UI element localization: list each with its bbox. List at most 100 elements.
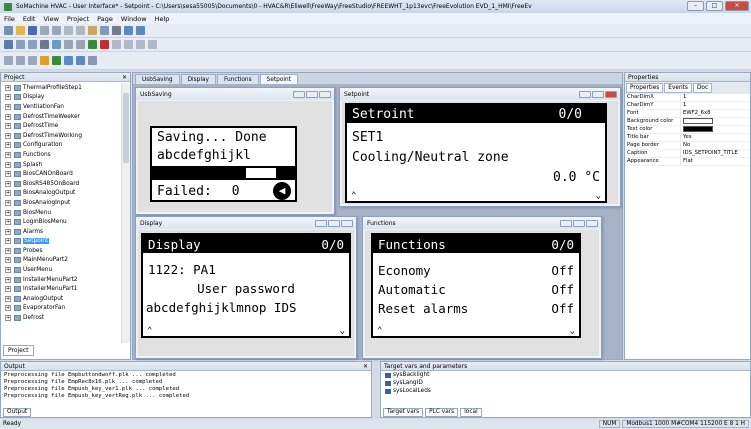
menu-window[interactable]: Window (121, 15, 147, 23)
expand-icon[interactable]: + (5, 276, 11, 283)
project-tab[interactable]: Project (3, 345, 34, 356)
tree-item[interactable]: + AnalogOutput (1, 294, 130, 304)
tree-item[interactable]: + ThermalProfileStep1 (1, 83, 130, 93)
expand-icon[interactable]: + (5, 142, 11, 149)
color-icon[interactable] (100, 40, 109, 49)
menu-page[interactable]: Page (97, 15, 113, 23)
open-icon[interactable] (16, 26, 25, 35)
tab-functions[interactable]: Functions (216, 74, 259, 84)
connect-icon[interactable] (76, 56, 85, 65)
debug-icon[interactable] (64, 56, 73, 65)
tree-item[interactable]: + Configuration (1, 141, 130, 151)
tree-item[interactable]: + Functions (1, 150, 130, 160)
property-value[interactable]: 1 (681, 102, 686, 109)
tree-item[interactable]: + MainMenuPart2 (1, 256, 130, 266)
menu-view[interactable]: View (43, 15, 58, 23)
tab-setpoint[interactable]: Setpoint (259, 74, 298, 84)
expand-icon[interactable]: + (5, 315, 11, 322)
align-left-icon[interactable] (112, 40, 121, 49)
arrow-up-icon[interactable] (16, 56, 25, 65)
down-arrow-icon[interactable]: ⌄ (570, 326, 575, 336)
expand-icon[interactable]: + (5, 171, 11, 178)
settings-icon[interactable] (88, 56, 97, 65)
grid-icon[interactable] (148, 40, 157, 49)
expand-icon[interactable]: + (5, 161, 11, 168)
copy-icon[interactable] (76, 26, 85, 35)
setpoint-lcd[interactable]: Setroint 0/0 SET1 Cooling/Neutral zone 0… (345, 103, 607, 203)
tree-item[interactable]: + UserMenu (1, 265, 130, 275)
maximize-button[interactable] (573, 219, 585, 227)
functions-window[interactable]: Functions Functions 0/0 Economy Off Autom… (362, 216, 602, 359)
tree-item[interactable]: + BiosMenu (1, 208, 130, 218)
expand-icon[interactable]: + (5, 257, 11, 264)
fill-icon[interactable] (88, 40, 97, 49)
tree-item[interactable]: + LoginBiosMenu (1, 217, 130, 227)
property-row[interactable]: Appearance Flat (625, 158, 750, 166)
expand-icon[interactable]: + (5, 123, 11, 130)
down-arrow-icon[interactable]: ⌄ (340, 326, 345, 336)
property-value[interactable] (681, 126, 713, 133)
tree-item[interactable]: + BiosRS485OnBoard (1, 179, 130, 189)
project-scrollbar[interactable] (121, 83, 130, 343)
close-button[interactable] (586, 219, 598, 227)
line-icon[interactable] (64, 40, 73, 49)
property-value[interactable]: 1 (681, 94, 686, 101)
expand-icon[interactable]: + (5, 151, 11, 158)
color-swatch[interactable] (683, 126, 713, 132)
usbsaving-window[interactable]: UsbSaving Saving... Done abcdefghijkl Fa… (135, 87, 335, 215)
tab-events[interactable]: Events (664, 83, 692, 93)
expand-icon[interactable]: + (5, 103, 11, 110)
cut-icon[interactable] (64, 26, 73, 35)
zoom-out-icon[interactable] (28, 40, 37, 49)
tree-item[interactable]: + BiosAnalogInput (1, 198, 130, 208)
compile-icon[interactable] (40, 56, 49, 65)
target-var-item[interactable]: sysLangID (381, 379, 750, 387)
up-arrow-icon[interactable]: ⌃ (377, 326, 382, 336)
expand-icon[interactable]: + (5, 228, 11, 235)
up-arrow-icon[interactable]: ⌃ (147, 326, 152, 336)
output-tab[interactable]: Output (3, 407, 32, 417)
minimize-button[interactable] (560, 219, 572, 227)
build-icon[interactable] (124, 26, 133, 35)
property-value[interactable]: Yes (681, 134, 692, 141)
rectangle-icon[interactable] (76, 40, 85, 49)
menu-edit[interactable]: Edit (23, 15, 36, 23)
display-lcd[interactable]: Display 0/0 1122: PA1 User password abcd… (141, 233, 351, 338)
minimize-button[interactable]: – (687, 1, 704, 11)
pin-icon[interactable]: ✕ (363, 362, 368, 370)
tab-local[interactable]: local (460, 407, 482, 417)
color-swatch[interactable] (683, 118, 713, 124)
tree-item[interactable]: + Splash (1, 160, 130, 170)
minimize-button[interactable] (315, 219, 327, 227)
tree-item[interactable]: + Setpoint (1, 237, 130, 247)
tab-target-vars[interactable]: Target vars (383, 407, 424, 417)
expand-icon[interactable]: + (5, 190, 11, 197)
tree-item[interactable]: + DefrostTimeWorking (1, 131, 130, 141)
usbsaving-lcd[interactable]: Saving... Done abcdefghijkl Failed: 0 ◀ (150, 126, 297, 202)
zoom-in-icon[interactable] (16, 40, 25, 49)
tab-usbsaving[interactable]: UsbSaving (135, 74, 180, 84)
expand-icon[interactable]: + (5, 132, 11, 139)
close-button[interactable] (605, 90, 617, 98)
find-icon[interactable] (100, 26, 109, 35)
expand-icon[interactable]: + (5, 180, 11, 187)
align-right-icon[interactable] (136, 40, 145, 49)
expand-icon[interactable]: + (5, 113, 11, 120)
pin-icon[interactable]: ✕ (122, 73, 127, 81)
expand-icon[interactable]: + (5, 209, 11, 216)
run-icon[interactable] (52, 56, 61, 65)
tab-display[interactable]: Display (180, 74, 216, 84)
tree-item[interactable]: + VentilationFan (1, 102, 130, 112)
new-icon[interactable] (4, 26, 13, 35)
maximize-button[interactable]: □ (706, 1, 723, 11)
maximize-button[interactable] (306, 90, 318, 98)
tree-item[interactable]: + EvaporatorFan (1, 304, 130, 314)
expand-icon[interactable]: + (5, 267, 11, 274)
property-row[interactable]: Font EWF2_6x8 (625, 110, 750, 118)
tree-item[interactable]: + BiosCANOnBoard (1, 169, 130, 179)
tree-item[interactable]: + InstallerMenuPart1 (1, 284, 130, 294)
tab-doc[interactable]: Doc (692, 83, 713, 93)
redo-icon[interactable] (52, 26, 61, 35)
expand-icon[interactable]: + (5, 247, 11, 254)
menu-project[interactable]: Project (67, 15, 89, 23)
